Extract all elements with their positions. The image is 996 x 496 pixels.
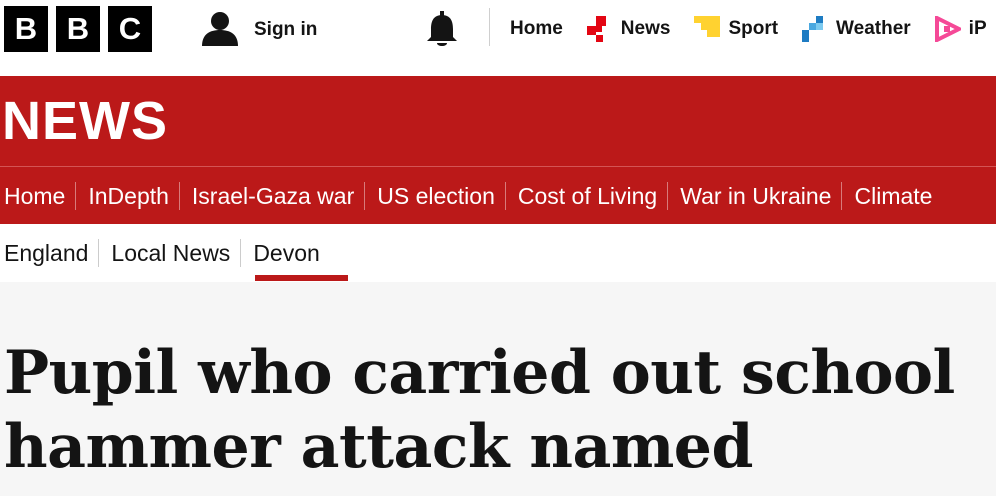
news-nav-item-climate[interactable]: Climate [850,182,942,210]
banner-divider [0,166,996,167]
global-nav-weather-label: Weather [836,18,911,39]
sport-icon [694,16,721,42]
news-section-title[interactable]: NEWS [2,90,168,152]
news-banner: NEWS Home InDepth Israel-Gaza war US ele… [0,76,996,224]
bbc-logo[interactable]: B B C [4,6,152,52]
global-nav: Home News Sport Weather iP [510,0,996,58]
subnav-item-devon[interactable]: Devon [249,239,329,267]
news-nav-item-war-in-ukraine[interactable]: War in Ukraine [676,182,843,210]
news-nav-item-cost-of-living[interactable]: Cost of Living [514,182,669,210]
global-nav-iplayer[interactable]: iP [934,14,987,44]
global-nav-home-label: Home [510,18,563,39]
news-nav-item-us-election[interactable]: US election [373,182,506,210]
bbc-logo-letter: B [4,6,48,52]
news-icon [586,16,613,42]
bbc-logo-letter: B [56,6,100,52]
news-nav: Home InDepth Israel-Gaza war US election… [0,168,950,224]
subnav-item-local-news[interactable]: Local News [107,239,242,267]
global-nav-sport-label: Sport [728,18,779,39]
user-icon [200,8,240,53]
sign-in-label: Sign in [254,19,318,40]
local-subnav-list: England Local News Devon [0,224,338,282]
global-nav-sport[interactable]: Sport [694,16,778,42]
sign-in-button[interactable]: Sign in [200,10,317,50]
global-nav-home[interactable]: Home [510,18,563,40]
global-nav-iplayer-label: iP [968,18,987,39]
subnav-item-england[interactable]: England [0,239,100,267]
global-nav-news-label: News [620,18,671,39]
local-subnav: England Local News Devon [0,224,996,282]
bbc-logo-letter: C [108,6,152,52]
global-nav-news[interactable]: News [586,16,671,42]
global-header: B B C Sign in Home News Sport Weather iP [0,0,996,76]
subnav-active-indicator [255,275,348,281]
news-nav-item-israel-gaza-war[interactable]: Israel-Gaza war [188,182,366,210]
weather-icon [802,16,828,42]
news-nav-item-indepth[interactable]: InDepth [84,182,180,210]
article-headline: Pupil who carried out school hammer atta… [4,338,955,482]
notifications-bell-icon[interactable] [420,10,464,50]
header-divider [489,8,490,46]
iplayer-icon [934,14,964,44]
news-nav-item-home[interactable]: Home [0,182,77,210]
global-nav-weather[interactable]: Weather [802,16,911,42]
